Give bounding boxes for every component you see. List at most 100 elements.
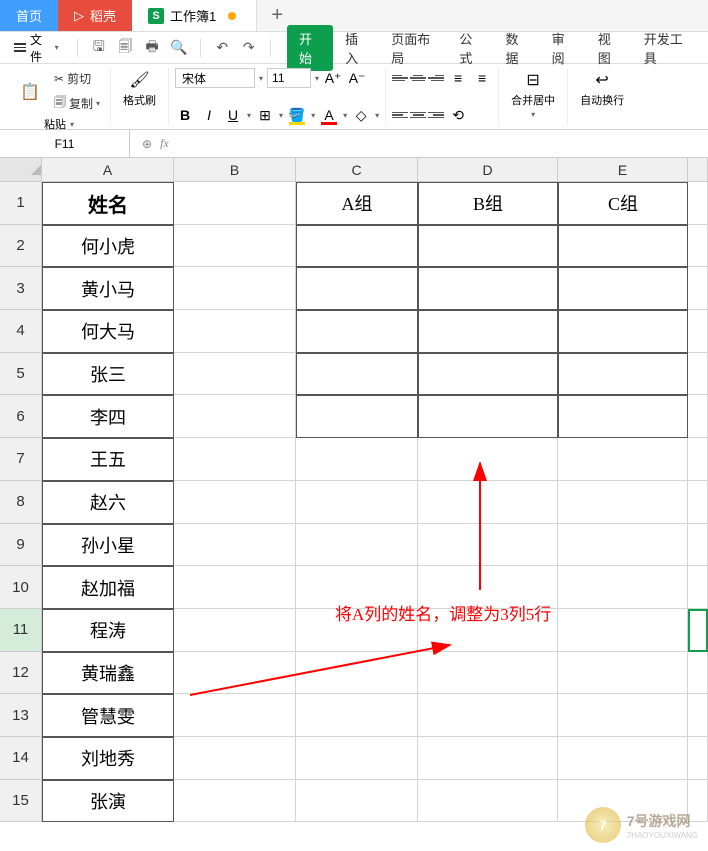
menu-insert[interactable]: 插入 bbox=[333, 25, 379, 71]
cell-E5[interactable] bbox=[558, 353, 688, 396]
cell-F8[interactable] bbox=[688, 481, 708, 524]
cell-A7[interactable]: 王五 bbox=[42, 438, 174, 481]
tab-workbook[interactable]: S 工作簿1 bbox=[132, 0, 257, 31]
cell-B6[interactable] bbox=[174, 395, 296, 438]
chevron-down-icon[interactable]: ▾ bbox=[247, 111, 251, 120]
cell-E8[interactable] bbox=[558, 481, 688, 524]
cell-F10[interactable] bbox=[688, 566, 708, 609]
cell-B2[interactable] bbox=[174, 225, 296, 268]
cell-B12[interactable] bbox=[174, 652, 296, 695]
cell-B15[interactable] bbox=[174, 780, 296, 823]
row-header[interactable]: 13 bbox=[0, 694, 42, 737]
menu-review[interactable]: 审阅 bbox=[540, 25, 586, 71]
cell-D5[interactable] bbox=[418, 353, 558, 396]
cell-F9[interactable] bbox=[688, 524, 708, 567]
cell-A13[interactable]: 管慧雯 bbox=[42, 694, 174, 737]
row-header[interactable]: 1 bbox=[0, 182, 42, 225]
merge-center-button[interactable]: ⊟ 合并居中 ▾ bbox=[505, 68, 561, 121]
cell-D15[interactable] bbox=[418, 780, 558, 823]
cell-B1[interactable] bbox=[174, 182, 296, 225]
cell-D8[interactable] bbox=[418, 481, 558, 524]
cell-A4[interactable]: 何大马 bbox=[42, 310, 174, 353]
cell-D1[interactable]: B组 bbox=[418, 182, 558, 225]
row-header[interactable]: 11 bbox=[0, 609, 42, 652]
row-header[interactable]: 7 bbox=[0, 438, 42, 481]
row-header[interactable]: 3 bbox=[0, 267, 42, 310]
cell-B7[interactable] bbox=[174, 438, 296, 481]
chevron-down-icon[interactable]: ▾ bbox=[311, 111, 315, 120]
cell-F2[interactable] bbox=[688, 225, 708, 268]
cell-A6[interactable]: 李四 bbox=[42, 395, 174, 438]
cell-C2[interactable] bbox=[296, 225, 418, 268]
chevron-down-icon[interactable]: ▾ bbox=[375, 111, 379, 120]
redo-icon[interactable]: ↷ bbox=[240, 38, 259, 58]
cell-C13[interactable] bbox=[296, 694, 418, 737]
cell-D13[interactable] bbox=[418, 694, 558, 737]
col-header-B[interactable]: B bbox=[174, 158, 296, 181]
menu-data[interactable]: 数据 bbox=[494, 25, 540, 71]
cell-A5[interactable]: 张三 bbox=[42, 353, 174, 396]
border-button[interactable]: ⊞ bbox=[255, 105, 275, 125]
cell-E2[interactable] bbox=[558, 225, 688, 268]
cell-A14[interactable]: 刘地秀 bbox=[42, 737, 174, 780]
cell-D12[interactable] bbox=[418, 652, 558, 695]
cell-F13[interactable] bbox=[688, 694, 708, 737]
cell-C7[interactable] bbox=[296, 438, 418, 481]
cell-B9[interactable] bbox=[174, 524, 296, 567]
cell-E11[interactable] bbox=[558, 609, 688, 652]
cell-C5[interactable] bbox=[296, 353, 418, 396]
row-header[interactable]: 5 bbox=[0, 353, 42, 396]
cell-F11[interactable] bbox=[688, 609, 708, 652]
increase-font-button[interactable]: A⁺ bbox=[323, 68, 343, 88]
cell-D7[interactable] bbox=[418, 438, 558, 481]
menu-layout[interactable]: 页面布局 bbox=[379, 25, 447, 71]
cell-F3[interactable] bbox=[688, 267, 708, 310]
print-icon[interactable]: 🖶 bbox=[143, 38, 162, 58]
cell-E14[interactable] bbox=[558, 737, 688, 780]
cell-E9[interactable] bbox=[558, 524, 688, 567]
col-header-E[interactable]: E bbox=[558, 158, 688, 181]
cell-D4[interactable] bbox=[418, 310, 558, 353]
cut-button[interactable]: ✂ 剪切 bbox=[50, 68, 104, 89]
cell-C8[interactable] bbox=[296, 481, 418, 524]
cell-E6[interactable] bbox=[558, 395, 688, 438]
cell-E12[interactable] bbox=[558, 652, 688, 695]
cell-C15[interactable] bbox=[296, 780, 418, 823]
cell-B10[interactable] bbox=[174, 566, 296, 609]
font-size-select[interactable] bbox=[267, 68, 311, 88]
align-left[interactable] bbox=[392, 109, 408, 121]
row-header[interactable]: 4 bbox=[0, 310, 42, 353]
menu-formula[interactable]: 公式 bbox=[447, 25, 493, 71]
indent-increase-button[interactable]: ≡ bbox=[472, 68, 492, 88]
cell-A15[interactable]: 张演 bbox=[42, 780, 174, 823]
chevron-down-icon[interactable]: ▾ bbox=[343, 111, 347, 120]
cell-E4[interactable] bbox=[558, 310, 688, 353]
save-icon[interactable]: 🖫 bbox=[90, 38, 109, 58]
chevron-down-icon[interactable]: ▾ bbox=[315, 74, 319, 83]
cell-A10[interactable]: 赵加福 bbox=[42, 566, 174, 609]
save-as-icon[interactable]: 🗐 bbox=[116, 38, 135, 58]
italic-button[interactable]: I bbox=[199, 105, 219, 125]
cell-F6[interactable] bbox=[688, 395, 708, 438]
copy-button[interactable]: 🗐 复制 ▾ bbox=[50, 91, 104, 116]
row-header[interactable]: 10 bbox=[0, 566, 42, 609]
auto-wrap-button[interactable]: ↩ 自动换行 bbox=[574, 68, 630, 110]
align-top-left[interactable] bbox=[392, 72, 408, 84]
cell-F14[interactable] bbox=[688, 737, 708, 780]
cell-E3[interactable] bbox=[558, 267, 688, 310]
font-name-select[interactable] bbox=[175, 68, 255, 88]
row-header[interactable]: 8 bbox=[0, 481, 42, 524]
align-top-center[interactable] bbox=[410, 72, 426, 84]
cell-D2[interactable] bbox=[418, 225, 558, 268]
menu-view[interactable]: 视图 bbox=[586, 25, 632, 71]
cell-A11[interactable]: 程涛 bbox=[42, 609, 174, 652]
row-header[interactable]: 12 bbox=[0, 652, 42, 695]
cell-style-button[interactable]: ◇ bbox=[351, 105, 371, 125]
cell-B4[interactable] bbox=[174, 310, 296, 353]
cell-A9[interactable]: 孙小星 bbox=[42, 524, 174, 567]
cell-B5[interactable] bbox=[174, 353, 296, 396]
row-header[interactable]: 15 bbox=[0, 780, 42, 823]
col-header-F[interactable] bbox=[688, 158, 708, 181]
col-header-C[interactable]: C bbox=[296, 158, 418, 181]
row-header[interactable]: 6 bbox=[0, 395, 42, 438]
